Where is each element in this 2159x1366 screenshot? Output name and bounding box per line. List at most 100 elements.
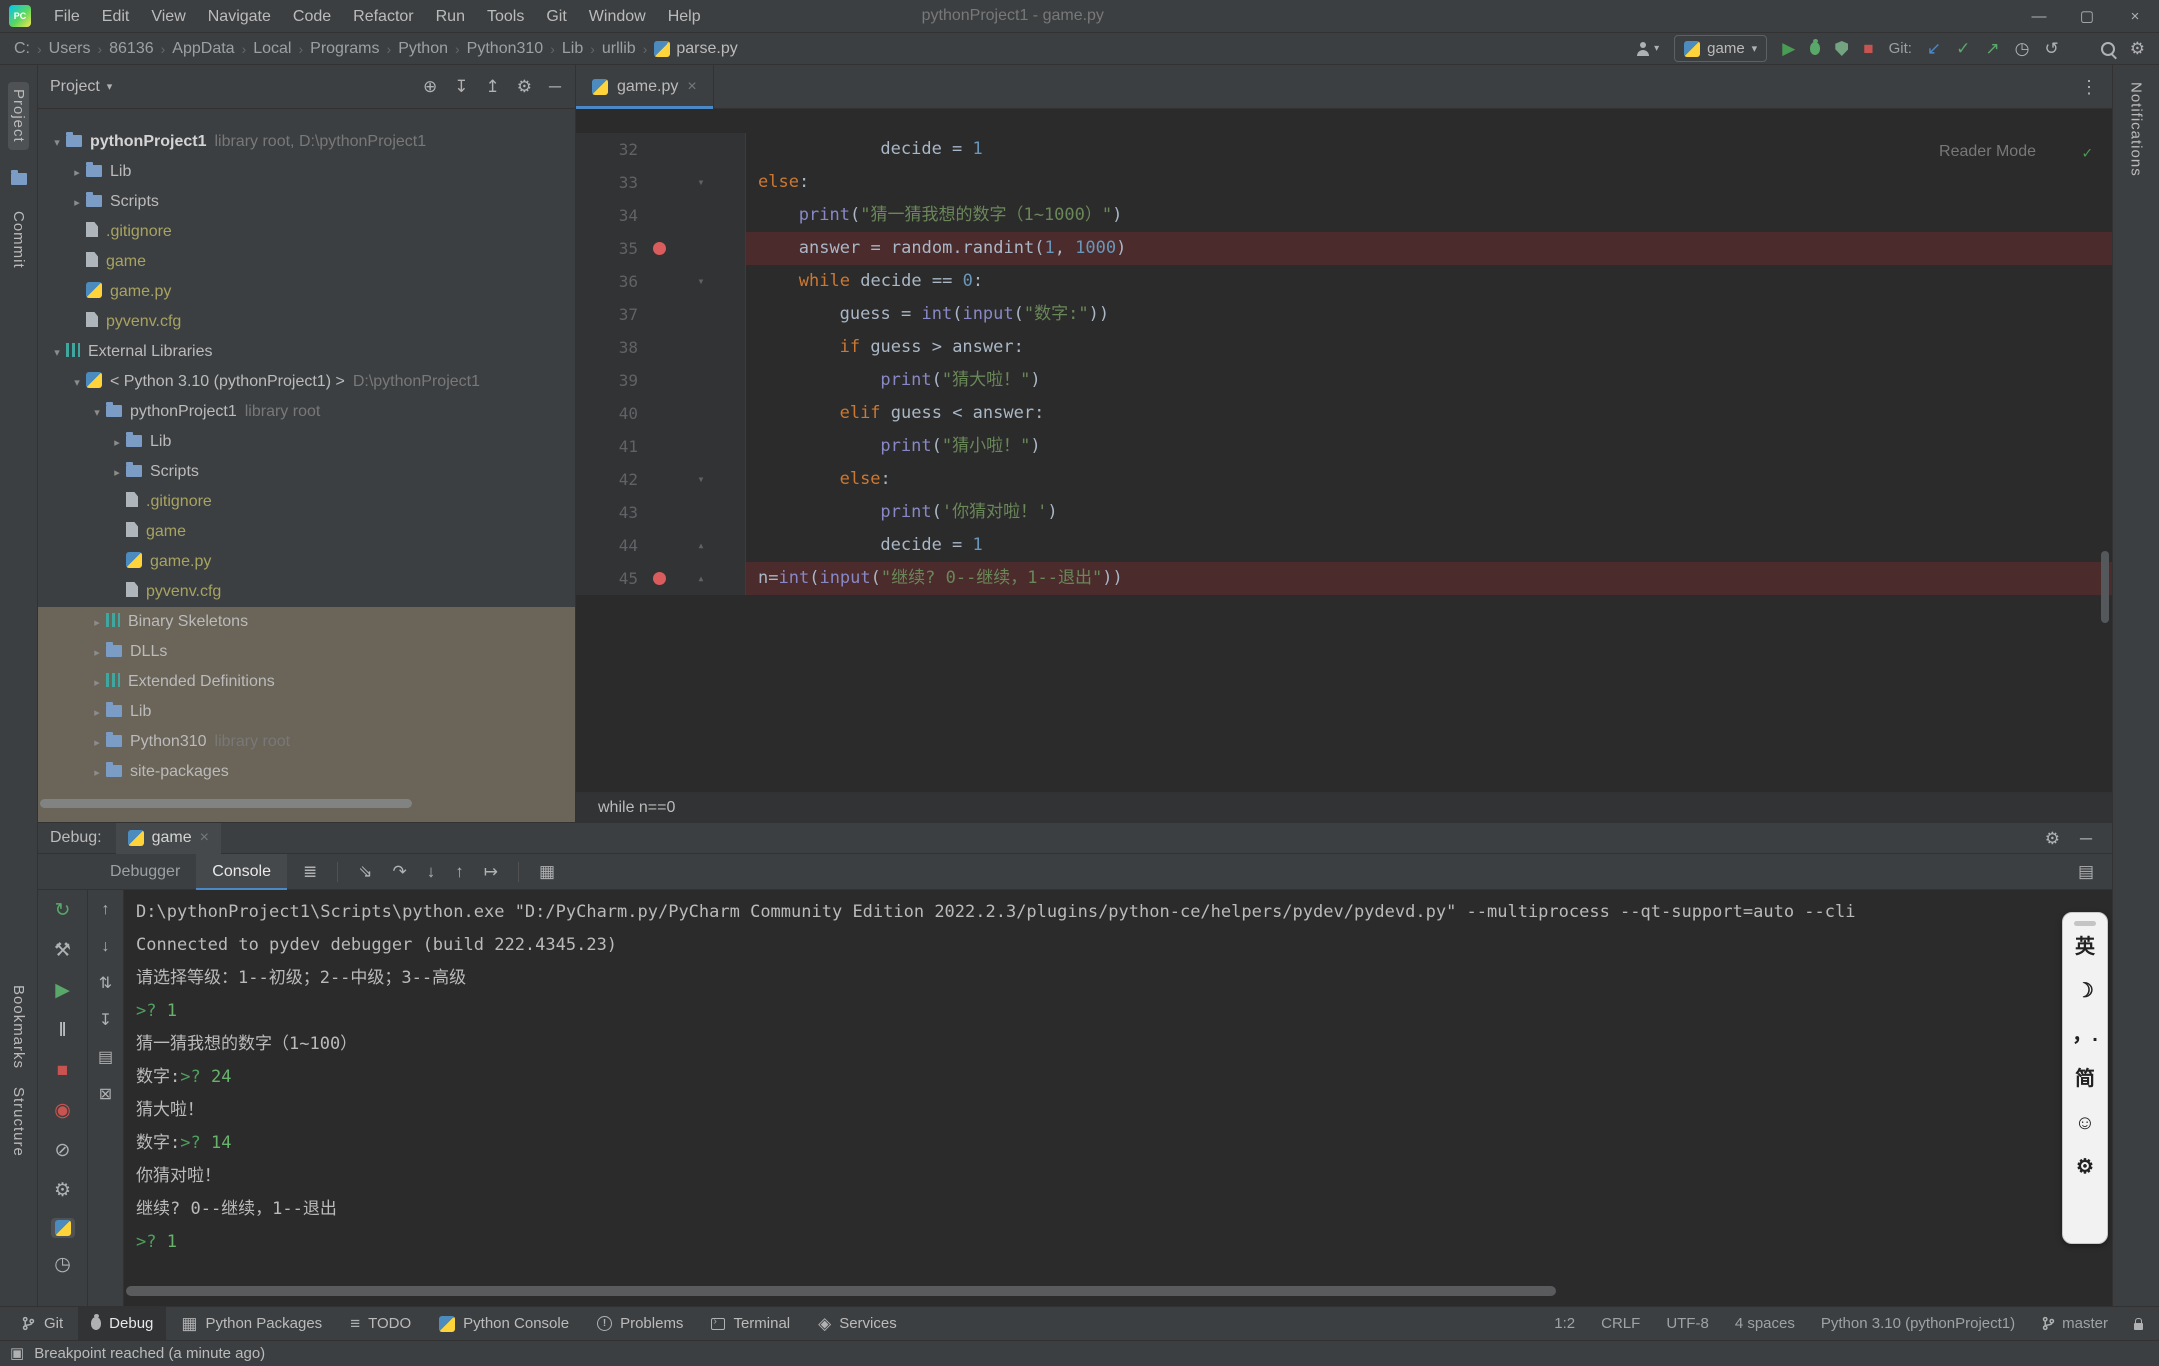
debug-settings-icon[interactable]: ⚙ [54,1178,71,1204]
layout-icon[interactable]: ≣ [303,863,317,880]
selected-action-wrap[interactable] [51,1218,75,1238]
close-button[interactable]: × [2111,0,2159,33]
step-out-icon[interactable]: ↑ [455,863,464,880]
git-push-button[interactable]: ↗ [1985,40,1999,57]
collapse-all-icon[interactable]: ↥ [485,78,499,95]
breadcrumb-item-c[interactable]: C: [14,40,30,58]
git-commit-button[interactable]: ✓ [1956,40,1970,57]
toolwindow-debug[interactable]: Debug [78,1307,166,1340]
menu-git[interactable]: Git [535,0,577,33]
run-button[interactable]: ▶ [1782,40,1795,57]
breadcrumb-item-programs[interactable]: Programs [310,40,379,58]
tree-item-binary-skeletons[interactable]: ▸Binary Skeletons [38,607,575,637]
indent-widget[interactable]: 4 spaces [1735,1315,1795,1332]
down-stack-icon[interactable]: ↓ [102,935,110,959]
breadcrumb-item-appdata[interactable]: AppData [172,40,234,58]
breakpoint-gutter[interactable] [638,463,680,496]
ime-punctuation-toggle[interactable]: ，. [2072,1024,2098,1046]
breadcrumb-item-lib[interactable]: Lib [562,40,583,58]
breakpoint-gutter[interactable] [638,430,680,463]
tree-item-lib[interactable]: ▸Lib [38,697,575,727]
tree-item-python-3-10-pythonproject1[interactable]: ▾< Python 3.10 (pythonProject1) >D:\pyth… [38,367,575,397]
fold-icon[interactable]: ▾ [680,166,722,199]
git-update-button[interactable]: ↙ [1927,40,1941,57]
tree-chevron-icon[interactable]: ▸ [108,466,126,479]
tree-item-gitignore[interactable]: .gitignore [38,217,575,247]
line-separator-widget[interactable]: CRLF [1601,1315,1640,1332]
stripe-commit[interactable]: Commit [10,211,27,269]
run-config-select[interactable]: game▾ [1674,35,1767,62]
encoding-widget[interactable]: UTF-8 [1666,1315,1709,1332]
ime-emoji-button[interactable]: ☺ [2075,1112,2095,1134]
breakpoint-gutter[interactable] [638,199,680,232]
debug-tab-console[interactable]: Console [196,854,287,890]
toolwindow-python-packages[interactable]: ▦Python Packages [168,1307,335,1340]
toolwindow-problems[interactable]: Problems [584,1307,696,1340]
breadcrumb-file[interactable]: parse.py [654,40,737,58]
tree-chevron-icon[interactable]: ▾ [48,346,66,359]
git-branch-widget[interactable]: master [2041,1315,2108,1332]
project-settings-icon[interactable]: ⚙ [517,78,532,95]
breadcrumb-item-users[interactable]: Users [49,40,91,58]
tree-chevron-icon[interactable]: ▸ [88,646,106,659]
editor-tab-game-py[interactable]: game.py × [576,65,714,109]
tree-item-pythonproject1[interactable]: ▾pythonProject1library root [38,397,575,427]
debug-panel-settings-icon[interactable]: ⚙ [2045,830,2060,847]
toolwindow-git[interactable]: Git [8,1307,76,1340]
print-icon[interactable]: ▤ [98,1046,113,1070]
editor-context-breadcrumb[interactable]: while n==0 [576,792,2112,822]
tree-chevron-icon[interactable]: ▸ [88,676,106,689]
menu-navigate[interactable]: Navigate [197,0,282,33]
reader-mode-toggle[interactable]: Reader Mode [1939,143,2036,161]
run-to-cursor-icon[interactable]: ↦ [484,863,498,880]
breadcrumb-item-local[interactable]: Local [253,40,291,58]
build-icon[interactable]: ⚒ [54,938,71,964]
fold-icon[interactable]: ▾ [680,265,722,298]
toolwindow-services[interactable]: ◈Services [805,1307,910,1340]
coverage-button[interactable] [1835,41,1848,56]
tree-chevron-icon[interactable]: ▾ [68,376,86,389]
menu-file[interactable]: File [43,0,91,33]
stop-icon[interactable]: ■ [57,1058,68,1084]
stripe-bookmarks[interactable]: Bookmarks [10,985,27,1069]
menu-help[interactable]: Help [657,0,712,33]
debug-tab-debugger[interactable]: Debugger [94,854,196,890]
tree-chevron-icon[interactable]: ▾ [48,136,66,149]
user-menu-icon[interactable]: ▾ [1635,41,1659,57]
settings-button[interactable]: ⚙ [2130,40,2145,57]
breakpoint-gutter[interactable] [638,265,680,298]
menu-code[interactable]: Code [282,0,342,33]
tree-chevron-icon[interactable]: ▾ [88,406,106,419]
tab-options-icon[interactable]: ⋮ [2080,78,2112,96]
tree-item-site-packages[interactable]: ▸site-packages [38,757,575,787]
stripe-project[interactable]: Project [8,82,29,150]
tree-item-pythonproject1[interactable]: ▾pythonProject1library root, D:\pythonPr… [38,127,575,157]
close-tab-icon[interactable]: × [687,78,696,96]
toolwindow-terminal[interactable]: Terminal [698,1307,803,1340]
project-panel-title[interactable]: Project [50,78,100,96]
fold-icon[interactable]: ▴ [680,529,722,562]
inspections-ok-icon[interactable]: ✓ [2082,143,2092,162]
project-stripe-folder-icon[interactable] [11,171,27,190]
debug-session-tab[interactable]: game × [116,823,221,854]
breakpoint-icon[interactable] [653,572,666,585]
menu-view[interactable]: View [140,0,196,33]
resume-icon[interactable]: ▶ [55,978,70,1004]
pause-icon[interactable]: ‖ [59,1018,67,1044]
tree-item-lib[interactable]: ▸Lib [38,157,575,187]
expand-all-icon[interactable]: ↧ [454,78,468,95]
tree-item-dlls[interactable]: ▸DLLs [38,637,575,667]
editor-scrollbar[interactable] [2101,551,2109,623]
view-breakpoints-table-icon[interactable]: ▦ [539,863,555,880]
tree-item-pyvenv-cfg[interactable]: pyvenv.cfg [38,307,575,337]
tree-item-game-py[interactable]: game.py [38,277,575,307]
toolwindow-python-console[interactable]: Python Console [426,1307,582,1340]
step-into-icon[interactable]: ↓ [427,863,436,880]
breadcrumb-item-86136[interactable]: 86136 [109,40,154,58]
menu-run[interactable]: Run [425,0,476,33]
select-opened-file-icon[interactable]: ⊕ [423,78,437,95]
ime-language-toggle[interactable]: 英 [2075,936,2095,958]
view-breakpoints-icon[interactable]: ◉ [54,1098,71,1124]
breakpoint-gutter[interactable] [638,397,680,430]
history-button[interactable]: ◷ [2015,40,2030,57]
